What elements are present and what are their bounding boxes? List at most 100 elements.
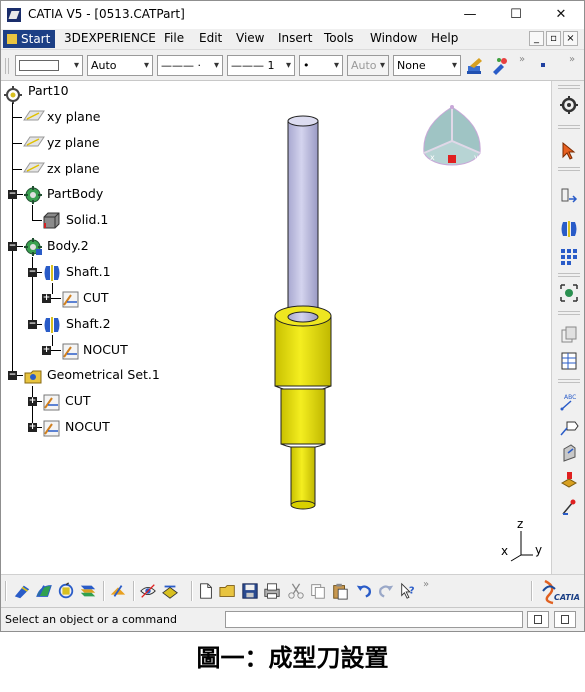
toolbar-grip[interactable] [5, 581, 7, 601]
painter-icon[interactable] [465, 56, 485, 76]
fit-all-icon[interactable] [559, 283, 579, 303]
copy-object-icon[interactable] [559, 325, 579, 345]
chevron-down-icon: ▾ [73, 60, 79, 71]
new-file-icon[interactable] [197, 582, 215, 600]
toolbar-grip[interactable] [558, 85, 580, 89]
toolbar-overflow-icon[interactable]: » [519, 54, 525, 65]
menu-view[interactable]: View [236, 31, 264, 45]
chevron-down-icon: ▾ [333, 60, 339, 71]
undo-icon[interactable] [355, 582, 373, 600]
maximize-button[interactable]: ☐ [493, 1, 539, 29]
chevron-down-icon: ▾ [213, 60, 219, 71]
swap-visible-icon[interactable] [161, 582, 179, 600]
whats-this-help-icon[interactable]: ? [399, 582, 417, 600]
menu-file[interactable]: File [164, 31, 184, 45]
menu-window[interactable]: Window [370, 31, 417, 45]
status-bar: Select an object or a command [1, 607, 584, 631]
menu-3dexperience[interactable]: 3DEXPERIENCE [64, 31, 156, 45]
status-box-2[interactable] [554, 611, 576, 628]
toolbar-overflow-icon[interactable]: » [569, 54, 575, 65]
annotation-icon[interactable] [559, 443, 579, 463]
rotate-icon[interactable] [57, 582, 75, 600]
cut-icon[interactable] [287, 582, 305, 600]
expand-toggle[interactable]: + [42, 294, 51, 303]
measure-icon[interactable] [559, 185, 579, 205]
minimize-button[interactable]: — [447, 1, 493, 29]
collapse-toggle[interactable]: − [8, 190, 17, 199]
copy-icon[interactable] [309, 582, 327, 600]
command-input[interactable] [225, 611, 523, 628]
feature-icon[interactable] [559, 469, 579, 489]
sketch-icon [62, 343, 79, 360]
point-symbol-combo[interactable]: • ▾ [299, 55, 343, 76]
open-folder-icon[interactable] [219, 582, 237, 600]
point-symbol-value: • [303, 59, 310, 72]
collapse-toggle[interactable]: − [28, 320, 37, 329]
axis-y-label: y [535, 543, 543, 557]
collapse-toggle[interactable]: − [28, 268, 37, 277]
3d-viewer[interactable]: Part10 xy plane yz plane zx plane − Part… [1, 81, 551, 574]
forming-tool-model[interactable] [261, 111, 351, 516]
pan-icon[interactable] [35, 582, 53, 600]
paste-icon[interactable] [331, 582, 349, 600]
menu-insert[interactable]: Insert [278, 31, 312, 45]
collapse-toggle[interactable]: − [8, 242, 17, 251]
compass-icon[interactable]: x y [416, 103, 488, 181]
shaft-tool-icon[interactable] [559, 219, 579, 239]
tree-connector [51, 298, 61, 299]
mdi-restore-button[interactable]: ▫ [546, 31, 561, 46]
print-icon[interactable] [263, 582, 281, 600]
fly-mode-icon[interactable] [13, 582, 31, 600]
catia-app-icon[interactable] [7, 8, 21, 22]
linetype-combo[interactable]: ——— · ▾ [157, 55, 223, 76]
transparency-combo[interactable]: Auto ▾ [87, 55, 153, 76]
select-arrow-icon[interactable] [559, 141, 579, 161]
part-root-icon[interactable] [4, 86, 22, 104]
hide-show-icon[interactable] [139, 582, 157, 600]
svg-text:x: x [430, 153, 435, 162]
toolbar-grip[interactable] [5, 58, 9, 74]
start-menu[interactable]: Start [3, 30, 55, 48]
toolbar-separator [133, 581, 135, 601]
expand-toggle[interactable]: + [28, 423, 37, 432]
tree-node-label: zx plane [47, 161, 100, 176]
gear-icon[interactable] [559, 95, 579, 115]
body-icon [24, 238, 42, 256]
toolbar-grip[interactable] [558, 273, 580, 277]
tree-node-label: xy plane [47, 109, 101, 124]
pattern-icon[interactable] [559, 247, 579, 267]
menu-edit[interactable]: Edit [199, 31, 222, 45]
toolbar-grip[interactable] [558, 379, 580, 383]
properties-brush-icon[interactable] [489, 56, 509, 76]
sketch-tool-icon[interactable] [559, 497, 579, 517]
tree-connector [12, 169, 22, 170]
collapse-toggle[interactable]: − [8, 371, 17, 380]
table-icon[interactable] [559, 351, 579, 371]
mdi-minimize-button[interactable]: _ [529, 31, 544, 46]
linetype-value: ——— · [161, 59, 201, 72]
thickness-combo[interactable]: ——— 1 ▾ [227, 55, 295, 76]
save-icon[interactable] [241, 582, 259, 600]
render-style-combo[interactable]: None ▾ [393, 55, 461, 76]
toolbar-dot-icon[interactable] [541, 63, 545, 67]
toolbar-overflow-icon[interactable]: » [423, 579, 429, 590]
normal-view-icon[interactable] [109, 582, 127, 600]
redo-icon[interactable] [377, 582, 395, 600]
tree-node-label: yz plane [47, 135, 100, 150]
mdi-close-button[interactable]: × [563, 31, 578, 46]
toolbar-grip[interactable] [558, 125, 580, 129]
color-combo[interactable]: ▾ [15, 55, 83, 76]
text-abc-icon[interactable]: ABC [559, 391, 579, 411]
svg-text:ABC: ABC [564, 394, 576, 401]
close-button[interactable]: ✕ [538, 1, 584, 29]
toolbar-grip[interactable] [558, 167, 580, 171]
solid-icon [43, 212, 60, 229]
expand-toggle[interactable]: + [42, 346, 51, 355]
menu-tools[interactable]: Tools [324, 31, 354, 45]
menu-help[interactable]: Help [431, 31, 458, 45]
flag-note-icon[interactable] [559, 417, 579, 437]
toolbar-grip[interactable] [558, 311, 580, 315]
zoom-icon[interactable] [79, 582, 97, 600]
expand-toggle[interactable]: + [28, 397, 37, 406]
status-box-1[interactable] [527, 611, 549, 628]
